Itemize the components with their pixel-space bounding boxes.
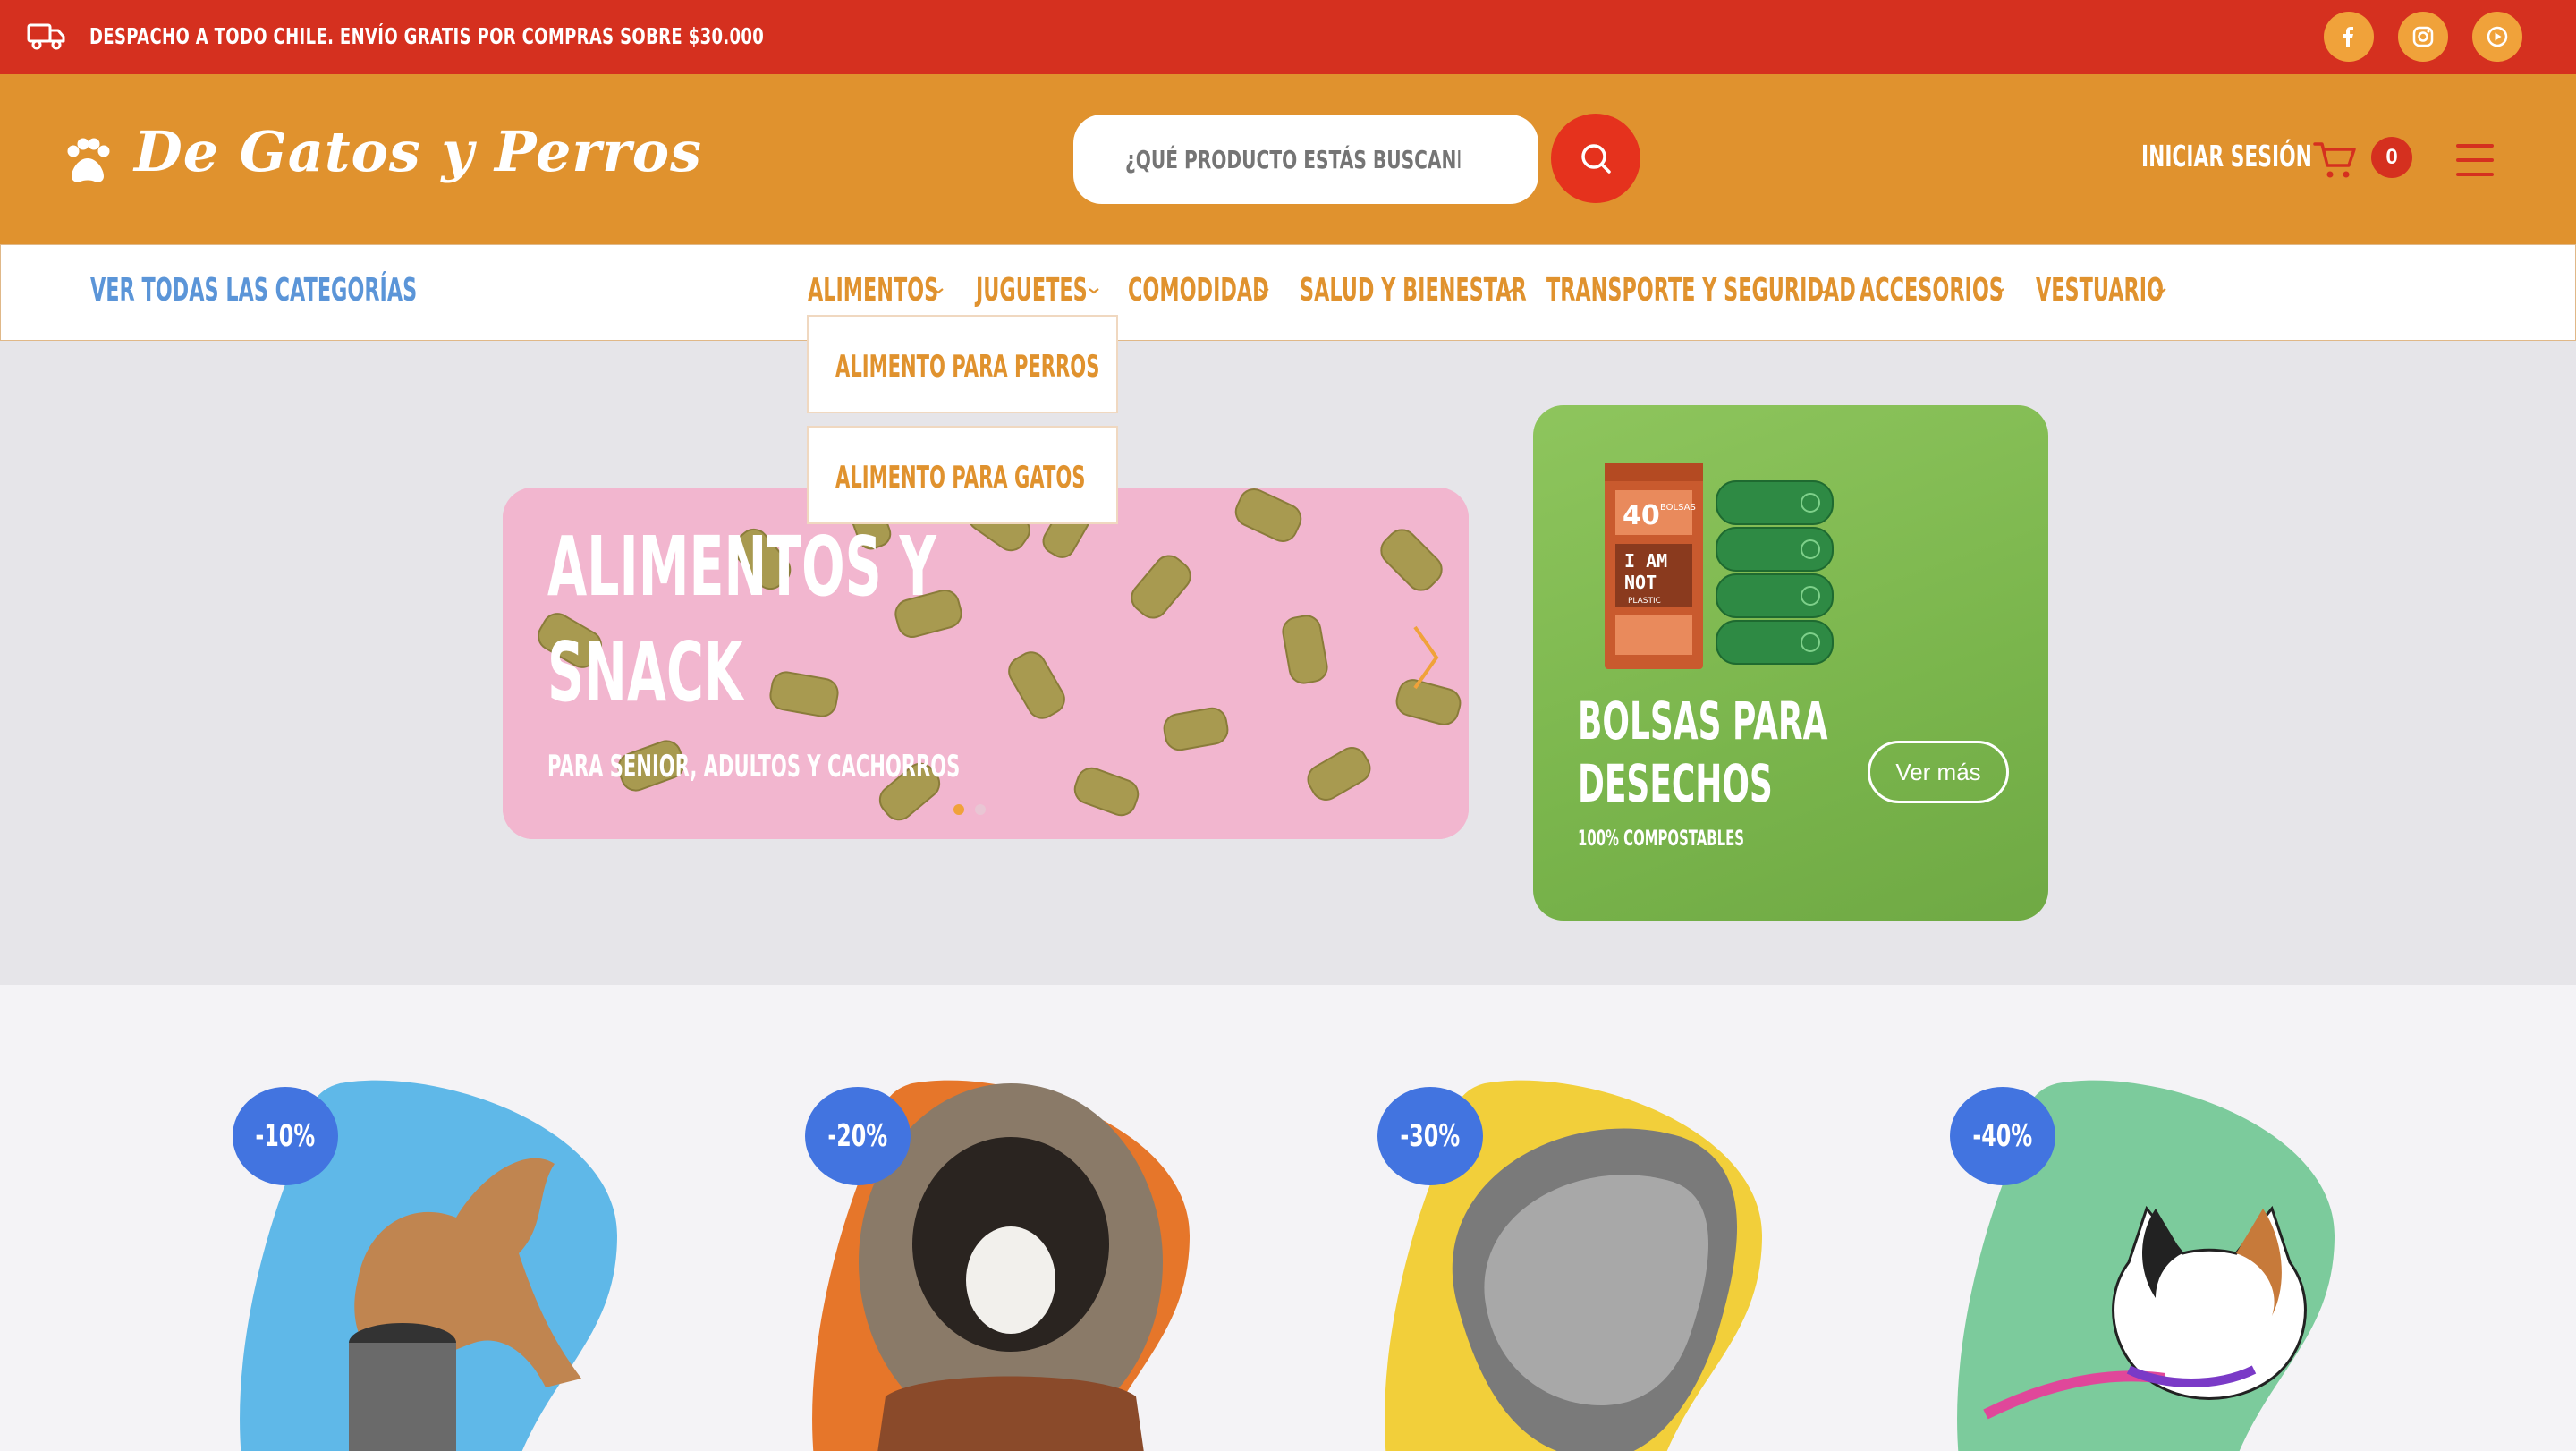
nav-item-label: SALUD Y BIENESTAR	[1300, 272, 1527, 309]
search-button[interactable]	[1551, 114, 1640, 203]
chevron-right-icon[interactable]	[1408, 622, 1444, 693]
discount-badge: -20%	[805, 1087, 911, 1185]
search-box	[1073, 115, 1538, 204]
product-card[interactable]: -20%	[805, 1074, 1225, 1451]
nav-item-label: VESTUARIO	[2036, 272, 2165, 309]
promo-subtitle: 100% COMPOSTABLES	[1578, 826, 1745, 851]
login-link[interactable]: INICIAR SESIÓN	[2141, 139, 2312, 174]
chevron-down-icon	[1089, 288, 1099, 294]
products-section: -10% -20% -30% -40%	[0, 985, 2576, 1451]
discount-badge: -30%	[1377, 1087, 1483, 1185]
cart-count-badge: 0	[2371, 137, 2412, 178]
product-card[interactable]: -10%	[233, 1074, 653, 1451]
dropdown-item-label: ALIMENTO PARA PERROS	[835, 349, 1100, 385]
truck-icon	[27, 23, 65, 50]
promo-title-line2: DESECHOS	[1578, 753, 1773, 814]
slide-title-line2: SNACK	[547, 624, 744, 720]
promo-title-line1: BOLSAS PARA	[1578, 691, 1828, 751]
site-logo[interactable]: De Gatos y Perros	[134, 119, 702, 184]
search-input[interactable]	[1125, 145, 1461, 174]
search-icon	[1581, 144, 1611, 174]
discount-badge-label: -40%	[1972, 1118, 2033, 1154]
nav-item-label: TRANSPORTE Y SEGURIDAD	[1546, 272, 1856, 309]
discount-badge: -10%	[233, 1087, 338, 1185]
waste-bags-image: 40 BOLSAS I AM NOT PLASTIC	[1605, 463, 1834, 669]
announcement-text: DESPACHO A TODO CHILE. ENVÍO GRATIS POR …	[89, 23, 765, 49]
chevron-down-icon	[1258, 288, 1269, 294]
product-card[interactable]: -30%	[1377, 1074, 1798, 1451]
all-categories-link[interactable]: VER TODAS LAS CATEGORÍAS	[90, 272, 417, 309]
site-header: De Gatos y Perros INICIAR SESIÓN 0	[0, 74, 2576, 244]
discount-badge-label: -20%	[827, 1118, 888, 1154]
nav-item-label: ACCESORIOS	[1860, 272, 2004, 309]
package-slogan-3: PLASTIC	[1628, 597, 1661, 606]
slide-title-line1: ALIMENTOS Y	[547, 519, 936, 615]
discount-badge-label: -10%	[255, 1118, 316, 1154]
discount-badge: -40%	[1950, 1087, 2055, 1185]
ver-mas-button[interactable]: Ver más	[1868, 741, 2009, 803]
category-nav: VER TODAS LAS CATEGORÍAS ALIMENTOS JUGUE…	[0, 244, 2576, 341]
slider-dot-active[interactable]	[953, 804, 964, 815]
package-label: BOLSAS	[1660, 503, 1696, 513]
hamburger-menu-icon[interactable]	[2456, 144, 2494, 176]
chevron-down-icon	[1504, 288, 1514, 294]
chevron-down-icon	[1994, 288, 2004, 294]
discount-badge-label: -30%	[1400, 1118, 1461, 1154]
product-card[interactable]: -40%	[1950, 1074, 2370, 1451]
package-count: 40	[1623, 500, 1660, 531]
dropdown-item-label: ALIMENTO PARA GATOS	[835, 460, 1086, 496]
chevron-down-icon	[2156, 288, 2166, 294]
instagram-icon[interactable]	[2398, 12, 2448, 62]
slide-subtitle: PARA SENIOR, ADULTOS Y CACHORROS	[547, 749, 961, 785]
facebook-icon[interactable]	[2324, 12, 2374, 62]
hero-slider[interactable]: ALIMENTOS Y SNACK PARA SENIOR, ADULTOS Y…	[503, 488, 1469, 839]
cart-icon[interactable]	[2313, 139, 2358, 182]
nav-item-label: COMODIDAD	[1128, 272, 1269, 309]
package-slogan-2: NOT	[1624, 572, 1657, 593]
slider-dot[interactable]	[975, 804, 986, 815]
nav-item-label: JUGUETES	[976, 272, 1088, 309]
dropdown-item-alimento-gatos[interactable]: ALIMENTO PARA GATOS	[807, 426, 1118, 524]
chevron-down-icon	[1818, 288, 1829, 294]
package-slogan-1: I AM	[1624, 550, 1667, 572]
paw-icon	[67, 138, 110, 182]
dropdown-item-alimento-perros[interactable]: ALIMENTO PARA PERROS	[807, 315, 1118, 413]
nav-item-label: ALIMENTOS	[808, 272, 939, 309]
nav-item-vestuario[interactable]: VESTUARIO	[2036, 272, 2242, 309]
announcement-bar: DESPACHO A TODO CHILE. ENVÍO GRATIS POR …	[0, 0, 2576, 74]
promo-card[interactable]: 40 BOLSAS I AM NOT PLASTIC BOLSAS PARA D…	[1533, 405, 2048, 921]
youtube-icon[interactable]	[2472, 12, 2522, 62]
slide-title: ALIMENTOS Y SNACK	[547, 514, 1174, 726]
chevron-down-icon	[933, 288, 944, 294]
